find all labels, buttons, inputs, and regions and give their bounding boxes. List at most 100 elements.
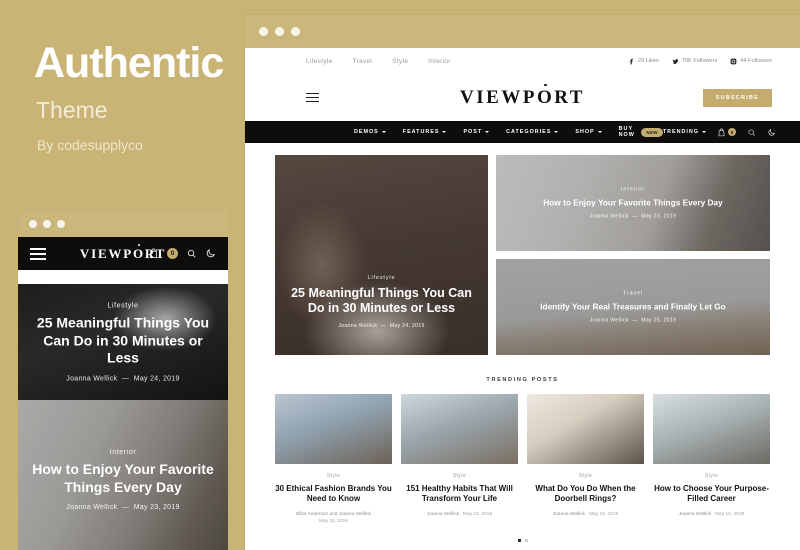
nav-item-demos[interactable]: DEMOS <box>354 126 386 138</box>
mobile-card-category[interactable]: Lifestyle <box>32 302 214 309</box>
facebook-stat-label: 29 Likes <box>637 58 659 64</box>
mobile-card-author[interactable]: Joanna Wellick <box>66 375 117 382</box>
trending-post-date: May 16, 2019 <box>715 511 745 517</box>
trending-post-card[interactable]: Style How to Choose Your Purpose-Filled … <box>653 394 770 525</box>
site-logo[interactable]: VIEWPORT <box>245 87 800 109</box>
hero-featured-category[interactable]: Lifestyle <box>289 275 474 281</box>
twitter-stat-label: 70K Followers <box>681 58 718 64</box>
hero-side-category[interactable]: Interior <box>510 186 756 192</box>
mobile-card-date: May 24, 2019 <box>133 374 180 382</box>
instagram-icon <box>730 58 737 64</box>
hero-side-meta: Interior How to Enjoy Your Favorite Thin… <box>496 186 770 219</box>
trending-post-title: 30 Ethical Fashion Brands You Need to Kn… <box>275 484 392 504</box>
trending-post-category[interactable]: Style <box>527 473 644 479</box>
top-utility-bar: Lifestyle Travel Style Interior 29 Likes… <box>245 48 800 74</box>
mobile-article-card[interactable]: Lifestyle 25 Meaningful Things You Can D… <box>18 284 228 400</box>
search-icon[interactable] <box>747 128 756 137</box>
mobile-article-card[interactable]: Interior How to Enjoy Your Favorite Thin… <box>18 400 228 550</box>
instagram-stat[interactable]: 44 Followers <box>730 58 772 65</box>
shopping-bag-icon[interactable] <box>148 248 159 259</box>
nav-item-categories[interactable]: CATEGORIES <box>506 126 559 138</box>
logo-text-tail: RT <box>554 86 585 108</box>
top-link-lifestyle[interactable]: Lifestyle <box>306 58 333 65</box>
logo-text-main: VIEWP <box>460 86 537 108</box>
trending-post-card[interactable]: Style 30 Ethical Fashion Brands You Need… <box>275 394 392 525</box>
nav-label-buy-now: BUY NOW <box>618 126 635 138</box>
hero-side-author[interactable]: Joanna Wellick <box>590 214 629 220</box>
trending-post-category[interactable]: Style <box>275 473 392 479</box>
mobile-navigation: VIEWPORT 0 <box>18 237 228 270</box>
mobile-card-meta: Lifestyle 25 Meaningful Things You Can D… <box>18 302 228 382</box>
dark-mode-moon-icon[interactable] <box>767 128 776 137</box>
mobile-card-author[interactable]: Joanna Wellick <box>66 504 117 511</box>
nav-item-post[interactable]: POST <box>463 126 490 138</box>
mobile-logo-text-main: VIEWP <box>79 245 133 261</box>
window-close-dot[interactable] <box>259 27 268 36</box>
hero-side-title: How to Enjoy Your Favorite Things Every … <box>543 197 723 208</box>
hero-featured-date: May 24, 2019 <box>389 323 425 329</box>
hero-featured-author[interactable]: Joanna Wellick <box>338 323 377 329</box>
nav-label-trending: TRENDING <box>662 129 699 135</box>
mobile-card-title: 25 Meaningful Things You Can Do in 30 Mi… <box>36 314 210 366</box>
search-icon[interactable] <box>186 248 197 259</box>
trending-post-author[interactable]: Joanna Wellick <box>679 512 711 517</box>
hero-featured-card[interactable]: Lifestyle 25 Meaningful Things You Can D… <box>275 155 488 355</box>
nav-label-features: FEATURES <box>402 129 440 135</box>
dark-mode-moon-icon[interactable] <box>205 248 216 259</box>
trending-post-category[interactable]: Style <box>653 473 770 479</box>
nav-item-features[interactable]: FEATURES <box>403 126 447 138</box>
twitter-stat[interactable]: 70K Followers <box>672 58 717 65</box>
twitter-icon <box>672 58 679 64</box>
nav-item-shop[interactable]: SHOP <box>575 126 602 138</box>
trending-post-title: 151 Healthy Habits That Will Transform Y… <box>406 484 513 504</box>
top-link-style[interactable]: Style <box>392 58 408 65</box>
mobile-card-category[interactable]: Interior <box>32 449 214 456</box>
desktop-browser-mockup: Lifestyle Travel Style Interior 29 Likes… <box>245 15 800 550</box>
window-minimize-dot[interactable] <box>43 219 51 228</box>
trending-post-byline: Joanna Wellick May 16, 2019 <box>653 511 770 518</box>
mobile-menu-hamburger-icon[interactable] <box>30 247 46 260</box>
chevron-down-icon <box>597 131 602 133</box>
window-maximize-dot[interactable] <box>57 219 65 228</box>
hero-side-card[interactable]: Interior How to Enjoy Your Favorite Thin… <box>496 155 770 251</box>
nav-item-buy-now[interactable]: BUY NOW NEW <box>619 126 663 138</box>
main-navigation: DEMOS FEATURES POST CATEGORIES SHOP BUY … <box>245 121 800 143</box>
top-link-interior[interactable]: Interior <box>428 58 451 65</box>
window-close-dot[interactable] <box>29 219 37 228</box>
hero-featured-byline: Joanna Wellick — May 24, 2019 <box>338 323 425 329</box>
hero-side-card[interactable]: Travel Identify Your Real Treasures and … <box>496 259 770 355</box>
mobile-cart-count-badge: 0 <box>167 248 178 259</box>
chevron-down-icon <box>554 131 559 133</box>
hero-side-date: May 23, 2019 <box>641 213 677 220</box>
nav-label-shop: SHOP <box>575 129 595 135</box>
trending-post-author[interactable]: Joanna Wellick <box>427 512 459 517</box>
carousel-dot-active[interactable] <box>517 539 521 543</box>
cart-button[interactable]: 0 <box>717 127 736 137</box>
window-maximize-dot[interactable] <box>291 27 300 36</box>
promo-subtitle: Theme <box>36 97 108 123</box>
promo-title: Authentic <box>34 39 224 87</box>
trending-post-thumbnail <box>653 394 770 464</box>
nav-label-post: POST <box>463 129 483 135</box>
trending-post-category[interactable]: Style <box>401 473 518 479</box>
trending-post-card[interactable]: Style 151 Healthy Habits That Will Trans… <box>401 394 518 525</box>
nav-item-trending[interactable]: TRENDING <box>663 129 706 135</box>
trending-post-byline: Joanna Wellick May 15, 2019 <box>527 511 644 518</box>
trending-post-thumbnail <box>527 394 644 464</box>
trending-post-card[interactable]: Style What Do You Do When the Doorbell R… <box>527 394 644 525</box>
hero-side-author[interactable]: Joanna Wellick <box>590 318 629 324</box>
facebook-stat[interactable]: 29 Likes <box>628 58 659 65</box>
hero-side-category[interactable]: Travel <box>510 290 756 296</box>
carousel-dot[interactable] <box>524 539 528 543</box>
chevron-down-icon <box>442 131 447 133</box>
trending-post-title: What Do You Do When the Doorbell Rings? <box>535 484 636 504</box>
trending-post-author[interactable]: Joanna Wellick <box>553 512 585 517</box>
shopping-bag-icon <box>718 127 725 136</box>
nav-utility-items: TRENDING 0 <box>663 127 776 137</box>
top-link-travel[interactable]: Travel <box>353 58 373 65</box>
carousel-pagination <box>245 539 800 543</box>
trending-post-author[interactable]: Elliot Anderson and Joanna Wellick <box>296 512 371 517</box>
window-minimize-dot[interactable] <box>275 27 284 36</box>
trending-post-byline: Elliot Anderson and Joanna Wellick May 2… <box>275 511 392 525</box>
trending-post-thumbnail <box>401 394 518 464</box>
